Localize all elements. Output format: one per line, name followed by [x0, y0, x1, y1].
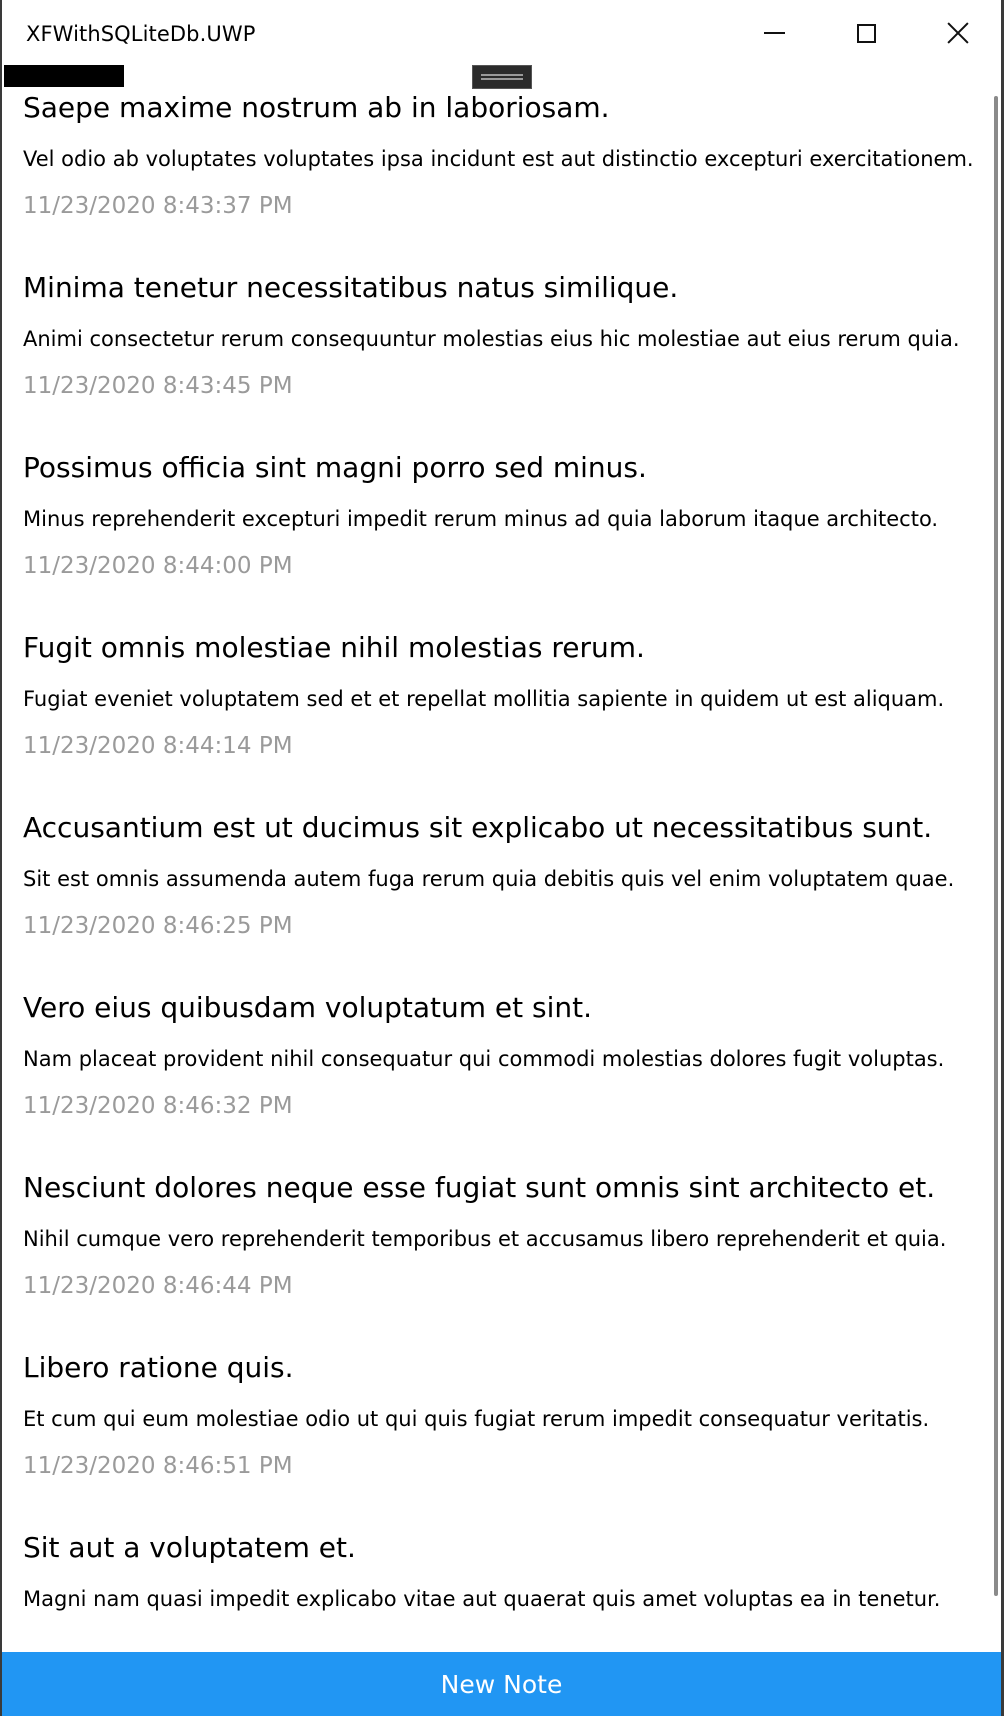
debug-toolbar-handle[interactable]	[472, 65, 532, 89]
note-body: Nam placeat provident nihil consequatur …	[23, 1047, 945, 1071]
note-title: Accusantium est ut ducimus sit explicabo…	[23, 811, 933, 844]
list-item[interactable]: Libero ratione quis. Et cum qui eum mole…	[23, 1348, 983, 1528]
list-item[interactable]: Fugit omnis molestiae nihil molestias re…	[23, 628, 983, 808]
note-title: Libero ratione quis.	[23, 1351, 294, 1384]
note-date: 11/23/2020 8:46:51 PM	[23, 1453, 293, 1479]
note-title: Nesciunt dolores neque esse fugiat sunt …	[23, 1171, 936, 1204]
notes-list[interactable]: Saepe maxime nostrum ab in laboriosam. V…	[2, 88, 1001, 1650]
maximize-icon	[856, 23, 876, 43]
note-body: Magni nam quasi impedit explicabo vitae …	[23, 1587, 941, 1611]
note-title: Saepe maxime nostrum ab in laboriosam.	[23, 91, 610, 124]
note-date: 11/23/2020 8:44:00 PM	[23, 553, 293, 579]
title-bar[interactable]: XFWithSQLiteDb.UWP	[2, 0, 1001, 66]
window-title: XFWithSQLiteDb.UWP	[26, 22, 256, 46]
note-date: 11/23/2020 8:44:14 PM	[23, 733, 293, 759]
note-body: Minus reprehenderit excepturi impedit re…	[23, 507, 939, 531]
list-item[interactable]: Saepe maxime nostrum ab in laboriosam. V…	[23, 88, 983, 268]
note-date: 11/23/2020 8:46:32 PM	[23, 1093, 293, 1119]
list-item[interactable]: Accusantium est ut ducimus sit explicabo…	[23, 808, 983, 988]
note-date: 11/23/2020 8:43:45 PM	[23, 373, 293, 399]
handle-line	[481, 74, 523, 76]
close-icon	[947, 22, 969, 44]
note-date: 11/23/2020 8:46:44 PM	[23, 1273, 293, 1299]
note-body: Sit est omnis assumenda autem fuga rerum…	[23, 867, 955, 891]
close-button[interactable]	[912, 0, 1001, 66]
list-item[interactable]: Possimus officia sint magni porro sed mi…	[23, 448, 983, 628]
note-body: Nihil cumque vero reprehenderit temporib…	[23, 1227, 947, 1251]
note-title: Possimus officia sint magni porro sed mi…	[23, 451, 647, 484]
list-item[interactable]: Vero eius quibusdam voluptatum et sint. …	[23, 988, 983, 1168]
minimize-button[interactable]	[728, 0, 820, 66]
note-title: Minima tenetur necessitatibus natus simi…	[23, 271, 679, 304]
list-item[interactable]: Minima tenetur necessitatibus natus simi…	[23, 268, 983, 448]
list-item[interactable]: Nesciunt dolores neque esse fugiat sunt …	[23, 1168, 983, 1348]
note-date: 11/23/2020 8:43:37 PM	[23, 193, 293, 219]
vertical-scrollbar[interactable]	[994, 96, 998, 1596]
note-body: Et cum qui eum molestiae odio ut qui qui…	[23, 1407, 930, 1431]
note-body: Fugiat eveniet voluptatem sed et et repe…	[23, 687, 945, 711]
note-body: Vel odio ab voluptates voluptates ipsa i…	[23, 147, 974, 171]
minimize-icon	[763, 32, 785, 34]
note-title: Sit aut a voluptatem et.	[23, 1531, 356, 1564]
handle-line	[481, 78, 523, 80]
app-window: XFWithSQLiteDb.UWP Saepe maxime nostrum …	[2, 0, 1001, 1716]
note-body: Animi consectetur rerum consequuntur mol…	[23, 327, 960, 351]
note-title: Vero eius quibusdam voluptatum et sint.	[23, 991, 593, 1024]
maximize-button[interactable]	[820, 0, 912, 66]
new-note-button[interactable]: New Note	[2, 1652, 1001, 1716]
redaction-bar	[4, 65, 124, 87]
list-item[interactable]: Sit aut a voluptatem et. Magni nam quasi…	[23, 1528, 983, 1650]
note-date: 11/23/2020 8:46:25 PM	[23, 913, 293, 939]
note-title: Fugit omnis molestiae nihil molestias re…	[23, 631, 645, 664]
